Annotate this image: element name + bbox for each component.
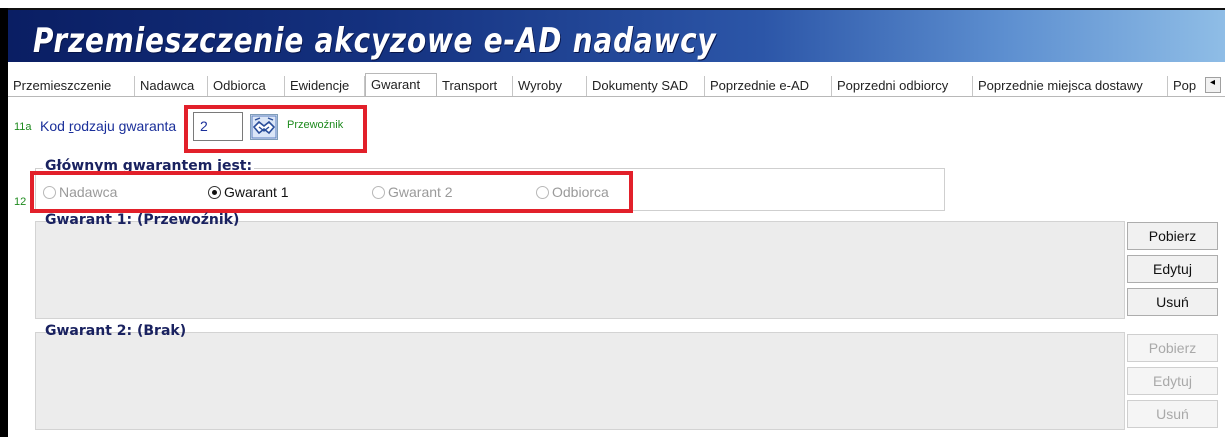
tab-poprzednie-ead[interactable]: Poprzednie e-AD bbox=[705, 76, 832, 96]
guarantor-2-fetch-button[interactable]: Pobierz bbox=[1127, 334, 1218, 362]
tab-przemieszczenie[interactable]: Przemieszczenie bbox=[8, 76, 135, 96]
guarantor-2-delete-button[interactable]: Usuń bbox=[1127, 400, 1218, 428]
tab-poprzednie-miejsca-dostawy[interactable]: Poprzednie miejsca dostawy bbox=[973, 76, 1168, 96]
tab-dokumenty-sad[interactable]: Dokumenty SAD bbox=[587, 76, 705, 96]
highlight-box-main-guarantor bbox=[30, 171, 633, 213]
chevron-left-icon: ◂ bbox=[1210, 77, 1216, 88]
guarantor-1-title: Gwarant 1: (Przewoźnik) bbox=[45, 212, 240, 228]
window-left-border bbox=[0, 8, 8, 437]
field-number-11a: 11a bbox=[14, 121, 32, 133]
tab-pop-truncated[interactable]: Pop bbox=[1168, 76, 1204, 96]
tab-wyroby[interactable]: Wyroby bbox=[513, 76, 587, 96]
app-window: Przemieszczenie akcyzowe e-AD nadawcy Pr… bbox=[0, 0, 1225, 437]
highlight-box-guarantor-code bbox=[184, 105, 367, 153]
tab-gwarant[interactable]: Gwarant bbox=[365, 73, 437, 97]
guarantor-code-label-rest: odzaju gwaranta bbox=[73, 118, 177, 134]
tab-underline bbox=[8, 96, 1225, 97]
title-banner: Przemieszczenie akcyzowe e-AD nadawcy bbox=[8, 10, 1225, 62]
guarantor-code-label: Kod rodzaju gwaranta bbox=[40, 118, 176, 134]
tab-poprzedni-odbiorcy[interactable]: Poprzedni odbiorcy bbox=[832, 76, 973, 96]
tab-nadawca[interactable]: Nadawca bbox=[135, 76, 208, 96]
guarantor-1-panel bbox=[35, 221, 1125, 319]
tab-ewidencje[interactable]: Ewidencje bbox=[285, 76, 365, 96]
tab-transport[interactable]: Transport bbox=[437, 76, 513, 96]
guarantor-2-title: Gwarant 2: (Brak) bbox=[45, 323, 187, 339]
guarantor-2-edit-button[interactable]: Edytuj bbox=[1127, 367, 1218, 395]
tab-scroll-left-button[interactable]: ◂ bbox=[1205, 77, 1221, 93]
guarantor-code-label-prefix: Kod bbox=[40, 118, 69, 134]
tab-odbiorca[interactable]: Odbiorca bbox=[208, 76, 285, 96]
window-title: Przemieszczenie akcyzowe e-AD nadawcy bbox=[33, 21, 717, 61]
field-number-12: 12 bbox=[14, 196, 27, 208]
guarantor-1-delete-button[interactable]: Usuń bbox=[1127, 288, 1218, 316]
guarantor-2-panel bbox=[35, 332, 1125, 430]
guarantor-1-edit-button[interactable]: Edytuj bbox=[1127, 255, 1218, 283]
guarantor-1-fetch-button[interactable]: Pobierz bbox=[1127, 222, 1218, 250]
